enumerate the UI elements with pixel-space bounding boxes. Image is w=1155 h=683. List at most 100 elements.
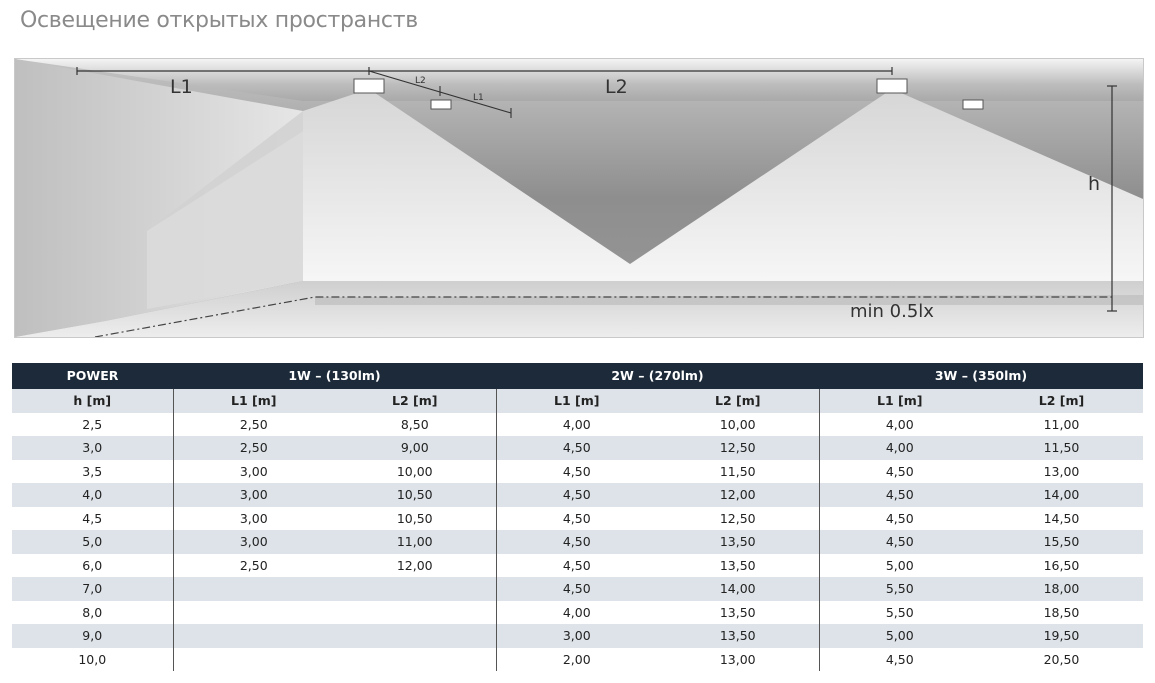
- table-cell: 10,50: [334, 506, 496, 530]
- distance-table: POWER 1W – (130lm) 2W – (270lm) 3W – (35…: [12, 363, 1143, 671]
- table-cell: 3,00: [172, 483, 334, 507]
- table-cell: 4,0: [12, 483, 173, 507]
- table-cell: [334, 647, 496, 671]
- table-cell: 2,50: [172, 412, 334, 436]
- table-cell: [172, 577, 334, 601]
- table-cell: 14,00: [980, 483, 1143, 507]
- table-cell: 8,0: [12, 600, 173, 624]
- table-cell: 4,00: [495, 600, 657, 624]
- table-row: 8,0 4,00 13,50 5,50 18,50: [12, 600, 1143, 624]
- table-row: 4,5 3,00 10,50 4,50 12,50 4,50 14,50: [12, 506, 1143, 530]
- column-header: L1 [m]: [172, 389, 334, 413]
- group-header-3w: 3W – (350lm): [819, 363, 1143, 389]
- l1-label: L1: [170, 76, 193, 98]
- table-cell: 19,50: [980, 624, 1143, 648]
- table-cell: 4,50: [818, 459, 980, 483]
- l1-small-label: L1: [473, 93, 484, 103]
- table-row: 2,5 2,50 8,50 4,00 10,00 4,00 11,00: [12, 412, 1143, 436]
- table-row: 4,0 3,00 10,50 4,50 12,00 4,50 14,00: [12, 483, 1143, 507]
- table-cell: 4,00: [818, 412, 980, 436]
- table-cell: 14,50: [980, 506, 1143, 530]
- table-cell: 4,50: [818, 530, 980, 554]
- table-cell: 13,50: [657, 600, 819, 624]
- group-header-1w: 1W – (130lm): [173, 363, 496, 389]
- column-header: L2 [m]: [980, 389, 1143, 413]
- table-cell: 12,00: [657, 483, 819, 507]
- page-title: Освещение открытых пространств: [20, 8, 418, 33]
- table-cell: 13,50: [657, 530, 819, 554]
- l2-small-label: L2: [415, 76, 426, 86]
- l2-label: L2: [605, 76, 628, 98]
- column-header-row: h [m] L1 [m] L2 [m] L1 [m] L2 [m] L1 [m]…: [12, 389, 1143, 413]
- table-cell: 3,00: [172, 506, 334, 530]
- table-cell: 2,50: [172, 553, 334, 577]
- table-cell: 4,50: [495, 459, 657, 483]
- table-cell: [172, 624, 334, 648]
- table-cell: 4,50: [495, 577, 657, 601]
- column-header: h [m]: [12, 389, 173, 413]
- table-cell: 13,00: [980, 459, 1143, 483]
- table-cell: 12,00: [334, 553, 496, 577]
- table-cell: 5,00: [818, 624, 980, 648]
- table-cell: 10,00: [334, 459, 496, 483]
- table-cell: 3,00: [495, 624, 657, 648]
- table-cell: 4,50: [495, 506, 657, 530]
- table-cell: 5,50: [818, 600, 980, 624]
- table-cell: 6,0: [12, 553, 173, 577]
- table-cell: 7,0: [12, 577, 173, 601]
- table-cell: [172, 647, 334, 671]
- table-cell: 4,50: [495, 436, 657, 460]
- table-cell: 20,50: [980, 647, 1143, 671]
- table-cell: 3,0: [12, 436, 173, 460]
- table-cell: 18,50: [980, 600, 1143, 624]
- table-cell: 3,5: [12, 459, 173, 483]
- table-cell: 2,5: [12, 412, 173, 436]
- table-cell: 15,50: [980, 530, 1143, 554]
- table-cell: 5,00: [818, 553, 980, 577]
- table-cell: 5,0: [12, 530, 173, 554]
- table-cell: 9,00: [334, 436, 496, 460]
- table-cell: 3,00: [172, 459, 334, 483]
- table-cell: 2,00: [495, 647, 657, 671]
- column-header: L2 [m]: [657, 389, 819, 413]
- table-cell: 4,50: [495, 530, 657, 554]
- table-cell: 10,0: [12, 647, 173, 671]
- table-cell: 4,00: [818, 436, 980, 460]
- group-header-2w: 2W – (270lm): [496, 363, 819, 389]
- table-row: 6,0 2,50 12,00 4,50 13,50 5,00 16,50: [12, 553, 1143, 577]
- table-cell: 4,50: [818, 483, 980, 507]
- table-cell: [172, 600, 334, 624]
- table-cell: 11,00: [980, 412, 1143, 436]
- table-cell: 11,50: [980, 436, 1143, 460]
- table-row: 3,0 2,50 9,00 4,50 12,50 4,00 11,50: [12, 436, 1143, 460]
- diagram-svg: L1 L2 L2 L1 h min 0.5lx: [15, 59, 1143, 337]
- table-cell: 4,50: [495, 483, 657, 507]
- table-cell: [334, 600, 496, 624]
- table-row: 10,0 2,00 13,00 4,50 20,50: [12, 647, 1143, 671]
- table-cell: 10,00: [657, 412, 819, 436]
- table-cell: [334, 624, 496, 648]
- table-cell: 11,00: [334, 530, 496, 554]
- table-row: 9,0 3,00 13,50 5,00 19,50: [12, 624, 1143, 648]
- table-cell: 9,0: [12, 624, 173, 648]
- table-cell: 4,5: [12, 506, 173, 530]
- table-cell: 12,50: [657, 506, 819, 530]
- table-body: 2,5 2,50 8,50 4,00 10,00 4,00 11,00 3,0 2,50 9,00…: [12, 412, 1143, 671]
- table-cell: 12,50: [657, 436, 819, 460]
- luminaire-icon: [430, 99, 452, 110]
- table-row: 5,0 3,00 11,00 4,50 13,50 4,50 15,50: [12, 530, 1143, 554]
- table-cell: 16,50: [980, 553, 1143, 577]
- power-header-row: POWER 1W – (130lm) 2W – (270lm) 3W – (35…: [12, 363, 1143, 389]
- table-cell: 13,00: [657, 647, 819, 671]
- table-cell: 4,00: [495, 412, 657, 436]
- table-cell: 11,50: [657, 459, 819, 483]
- column-header: L2 [m]: [334, 389, 496, 413]
- luminaire-icon: [876, 78, 908, 94]
- luminaire-icon: [353, 78, 385, 94]
- table-cell: 4,50: [818, 506, 980, 530]
- table-cell: 4,50: [818, 647, 980, 671]
- table-cell: 3,00: [172, 530, 334, 554]
- table-row: 7,0 4,50 14,00 5,50 18,00: [12, 577, 1143, 601]
- table-cell: 13,50: [657, 553, 819, 577]
- table-row: 3,5 3,00 10,00 4,50 11,50 4,50 13,00: [12, 459, 1143, 483]
